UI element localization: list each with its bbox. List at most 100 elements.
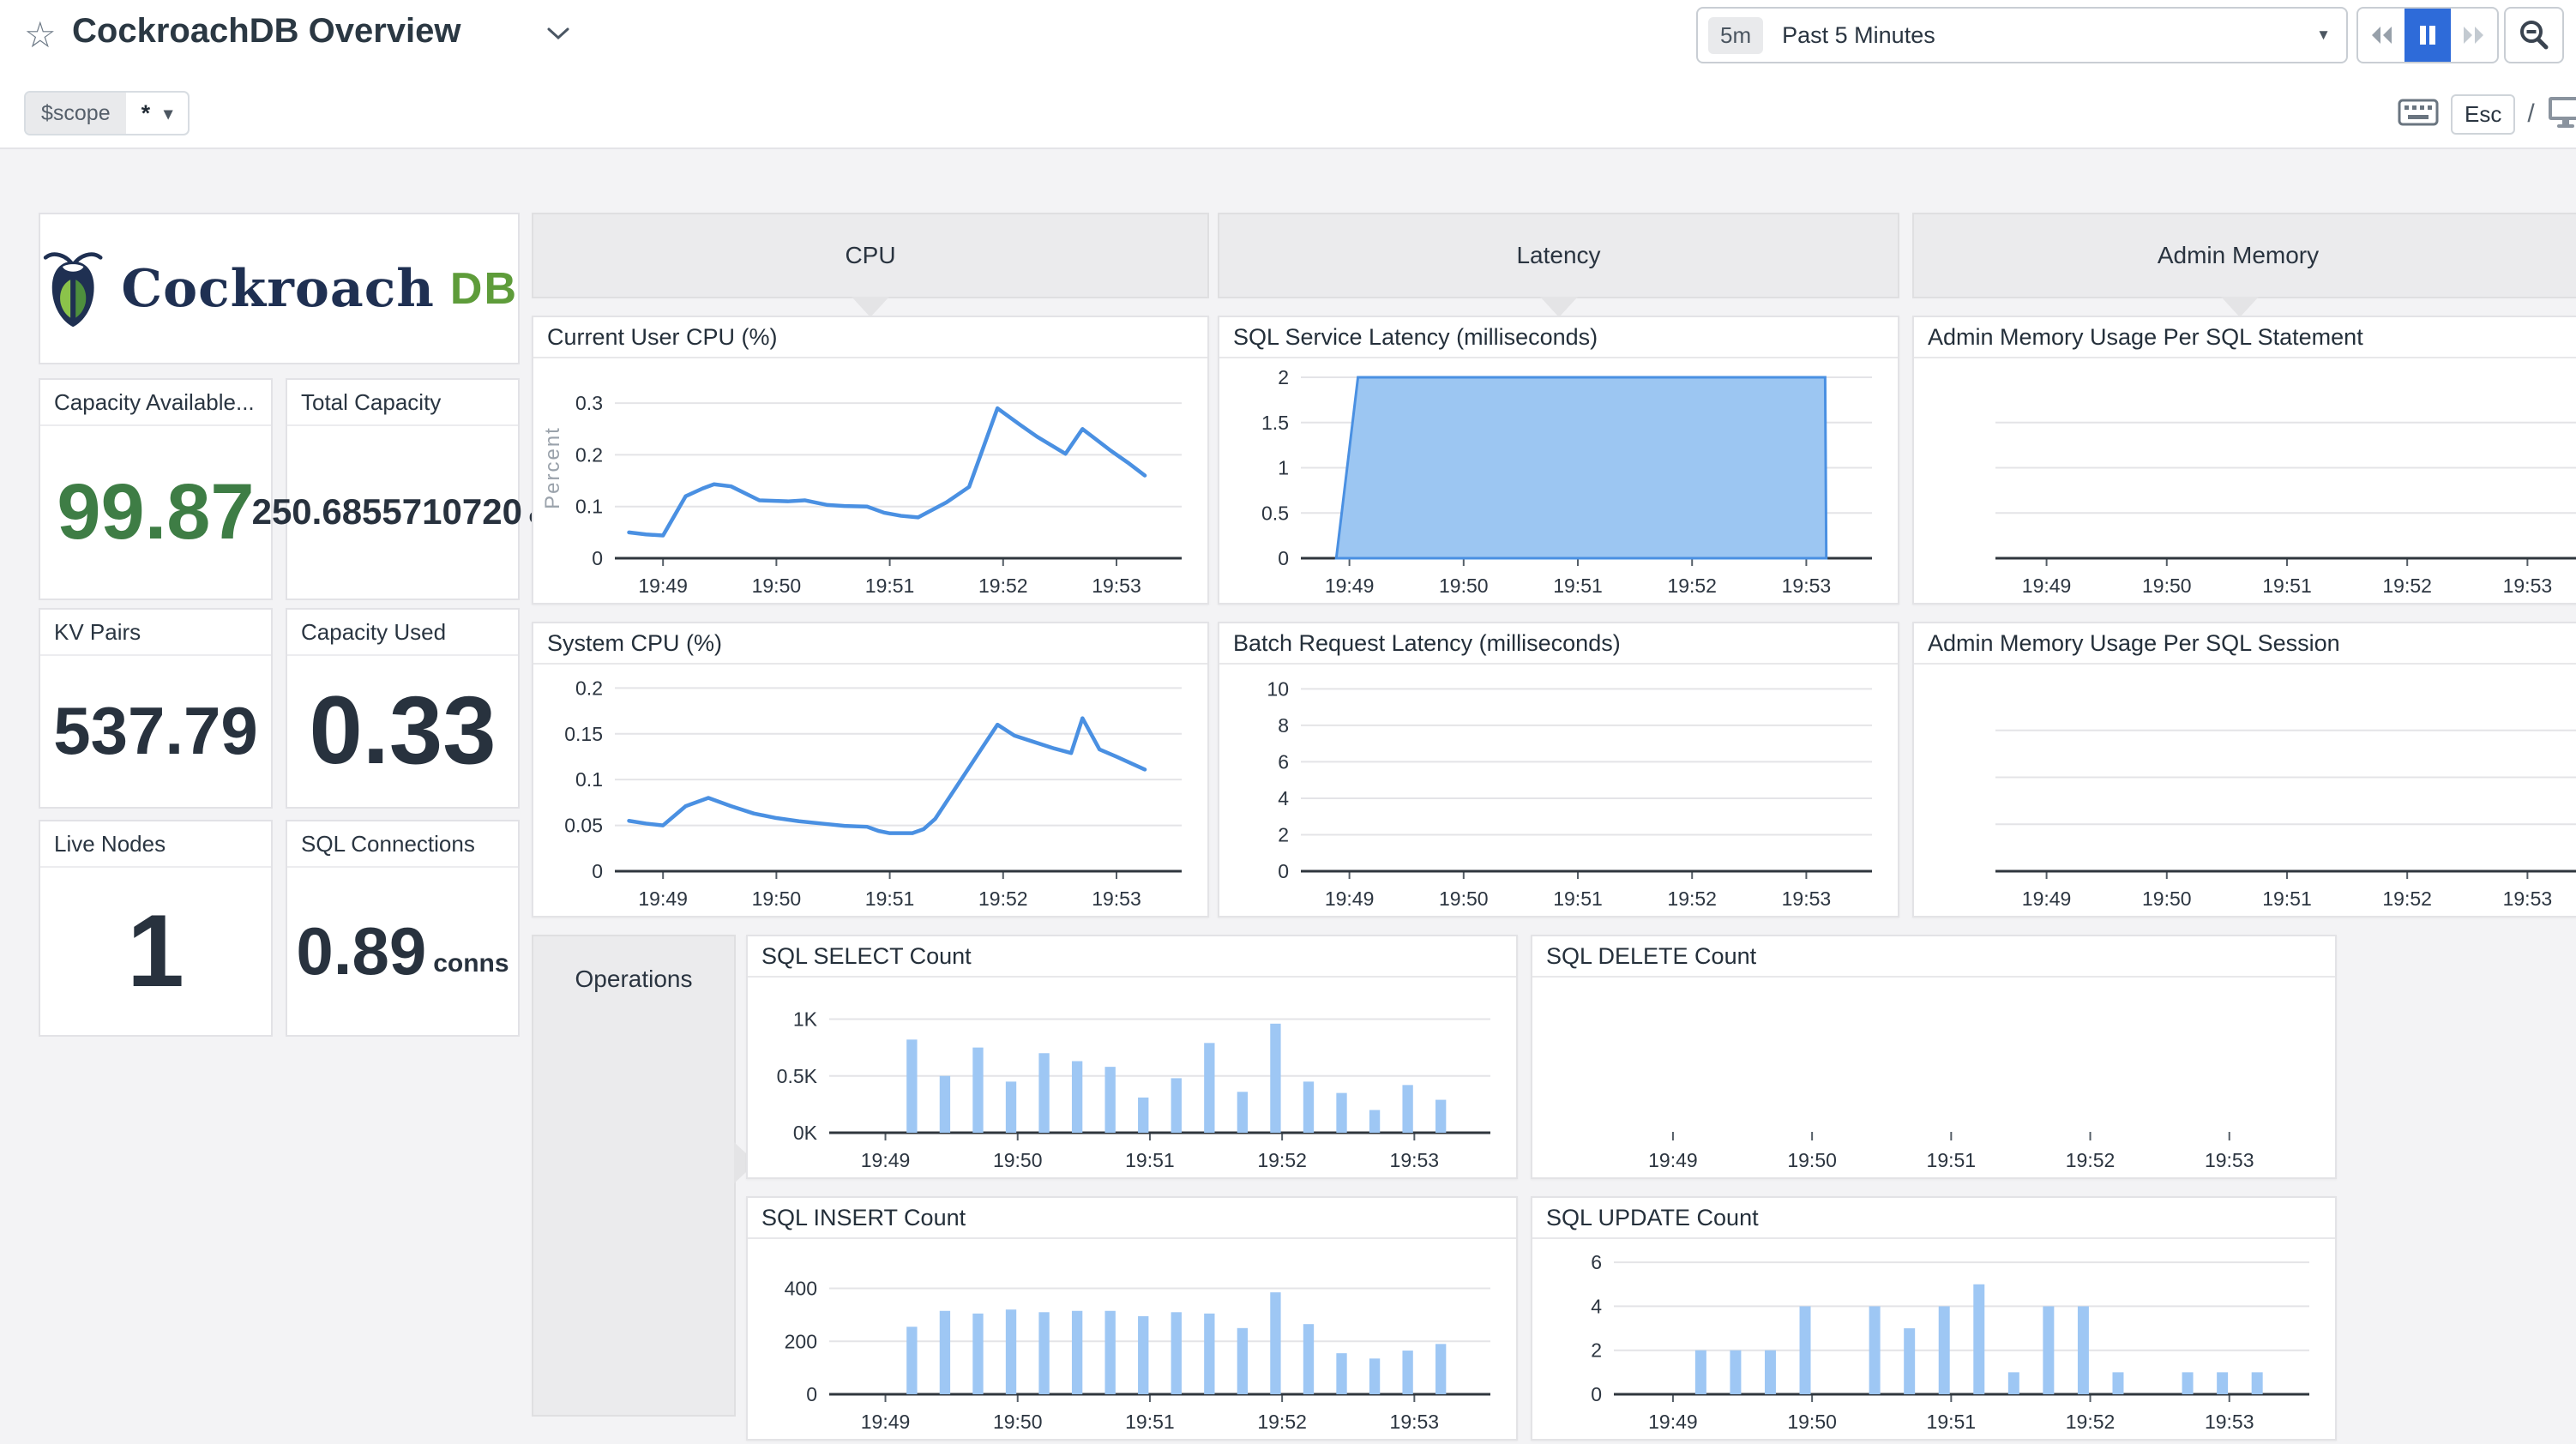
- svg-text:19:51: 19:51: [865, 887, 915, 910]
- svg-text:0.2: 0.2: [575, 443, 603, 466]
- svg-text:19:52: 19:52: [1257, 1149, 1307, 1171]
- slash-separator: /: [2527, 99, 2535, 128]
- group-notch: [852, 297, 889, 317]
- svg-text:Percent: Percent: [541, 426, 564, 509]
- stat-widget-sql-connections[interactable]: SQL Connections 0.89 conns: [286, 820, 520, 1037]
- svg-text:19:49: 19:49: [1325, 575, 1375, 597]
- group-header-cpu[interactable]: CPU: [532, 213, 1209, 317]
- svg-text:19:52: 19:52: [978, 887, 1028, 910]
- system-cpu-chart[interactable]: 0 0.05 0.1 0.15 0.2 19:49 19:50 19:51 19:52 19:53: [533, 665, 1207, 916]
- stat-title: Capacity Used: [287, 610, 518, 656]
- sql-select-count-chart[interactable]: 0K 0.5K 1K 19:49 19:50 19:51 19:52 19:53: [748, 978, 1516, 1177]
- stat-widget-total-capacity[interactable]: Total Capacity 250.6855710720 GB: [252, 378, 553, 600]
- panel-sql-select-count: SQL SELECT Count 0K 0.5K 1K 19:49 19:50 19:51…: [746, 935, 1518, 1179]
- pause-button[interactable]: [2404, 9, 2451, 62]
- svg-text:0.1: 0.1: [575, 496, 603, 518]
- panel-title: Current User CPU (%): [533, 317, 1207, 358]
- svg-text:19:53: 19:53: [1782, 575, 1832, 597]
- panel-admin-mem-session: Admin Memory Usage Per SQL Session 19:49…: [1912, 622, 2576, 918]
- top-header: ☆ CockroachDB Overview 5m Past 5 Minutes…: [0, 0, 2576, 149]
- svg-text:19:49: 19:49: [861, 1411, 911, 1433]
- group-label: Latency: [1516, 242, 1601, 268]
- svg-text:19:49: 19:49: [638, 575, 688, 597]
- logo-brand-suffix: DB: [449, 263, 518, 314]
- svg-text:19:50: 19:50: [1787, 1411, 1837, 1433]
- current-user-cpu-chart[interactable]: 0 0.1 0.2 0.3 19:49 19:50 19:51 19:52 19:53 Perce…: [533, 358, 1207, 603]
- stat-value: 0.33: [309, 677, 497, 784]
- stat-widget-live-nodes[interactable]: Live Nodes 1: [39, 820, 273, 1037]
- group-header-admin-memory[interactable]: Admin Memory: [1912, 213, 2576, 317]
- chart-canvas: 0K 0.5K 1K 19:49 19:50 19:51 19:52 19:53: [777, 1008, 1490, 1171]
- sql-service-latency-chart[interactable]: 0 0.5 1 1.5 2 19:49 19:50 19:51 19:52 19:53: [1219, 358, 1898, 603]
- sql-delete-count-chart[interactable]: 19:49 19:50 19:51 19:52 19:53: [1532, 978, 2335, 1177]
- svg-text:6: 6: [1278, 750, 1289, 773]
- monitor-icon[interactable]: [2547, 95, 2576, 134]
- stat-title: Total Capacity: [287, 380, 518, 426]
- panel-title: SQL DELETE Count: [1532, 936, 2335, 978]
- svg-text:19:51: 19:51: [865, 575, 915, 597]
- sql-insert-count-chart[interactable]: 0 200 400 19:49 19:50 19:51 19:52 19:53: [748, 1239, 1516, 1439]
- admin-mem-statement-chart[interactable]: 19:49 19:50 19:51 19:52 19:53: [1914, 358, 2576, 603]
- time-range-label: Past 5 Minutes: [1782, 21, 1935, 48]
- panel-sql-insert-count: SQL INSERT Count 0 200 400 19:49 19:50 19:51 1…: [746, 1196, 1518, 1441]
- sql-update-count-chart[interactable]: 0 2 4 6 19:49 19:50 19:51 19:52 19:53: [1532, 1239, 2335, 1439]
- admin-mem-session-chart[interactable]: 19:49 19:50 19:51 19:52 19:53: [1914, 665, 2576, 916]
- caret-down-icon: ▼: [2316, 27, 2331, 43]
- svg-text:19:52: 19:52: [1667, 887, 1717, 910]
- svg-text:8: 8: [1278, 714, 1289, 737]
- svg-text:19:51: 19:51: [1553, 575, 1603, 597]
- svg-text:19:53: 19:53: [1390, 1411, 1440, 1433]
- svg-text:0: 0: [592, 860, 603, 882]
- panel-title: SQL INSERT Count: [748, 1198, 1516, 1239]
- star-icon[interactable]: ☆: [24, 14, 57, 56]
- cockroachdb-logo-widget: Cockroach DB: [39, 213, 520, 364]
- stat-widget-capacity-available[interactable]: Capacity Available... 99.87: [39, 378, 273, 600]
- svg-text:19:51: 19:51: [1927, 1149, 1977, 1171]
- esc-button[interactable]: Esc: [2451, 93, 2516, 135]
- svg-text:0: 0: [592, 547, 603, 569]
- scope-dropdown[interactable]: $scope * ▾: [24, 91, 190, 135]
- svg-text:19:52: 19:52: [2066, 1411, 2116, 1433]
- svg-text:4: 4: [1278, 787, 1289, 809]
- group-header-operations[interactable]: Operations: [532, 935, 756, 1417]
- time-range-badge: 5m: [1708, 16, 1764, 54]
- group-header-latency[interactable]: Latency: [1218, 213, 1899, 317]
- chart-canvas: 19:49 19:50 19:51 19:52 19:53: [1995, 729, 2576, 910]
- chevron-down-icon[interactable]: [545, 26, 571, 45]
- keyboard-icon[interactable]: [2398, 98, 2439, 131]
- panel-batch-request-latency: Batch Request Latency (milliseconds) 0 2 4…: [1218, 622, 1899, 918]
- chart-canvas: 0 200 400 19:49 19:50 19:51 19:52 19:53: [785, 1278, 1490, 1433]
- chart-canvas: 19:49 19:50 19:51 19:52 19:53: [1648, 1132, 2254, 1171]
- svg-text:19:50: 19:50: [1439, 887, 1489, 910]
- stat-widget-kv-pairs[interactable]: KV Pairs 537.79: [39, 608, 273, 809]
- stat-widget-capacity-used[interactable]: Capacity Used 0.33: [286, 608, 520, 809]
- svg-text:19:49: 19:49: [1648, 1411, 1698, 1433]
- panel-title: SQL Service Latency (milliseconds): [1219, 317, 1898, 358]
- panel-sql-update-count: SQL UPDATE Count 0 2 4 6 19:49 19:50 19:51 19:5…: [1531, 1196, 2337, 1441]
- svg-text:19:52: 19:52: [1667, 575, 1717, 597]
- scope-value: *: [141, 99, 151, 126]
- group-label: Operations: [575, 966, 693, 992]
- svg-text:4: 4: [1591, 1295, 1602, 1317]
- svg-text:19:50: 19:50: [752, 887, 802, 910]
- zoom-out-button[interactable]: [2504, 7, 2564, 63]
- stat-value: 0.89: [296, 912, 427, 989]
- svg-text:19:50: 19:50: [1787, 1149, 1837, 1171]
- rewind-icon: [2372, 27, 2392, 44]
- time-range-selector[interactable]: 5m Past 5 Minutes ▼: [1696, 7, 2348, 63]
- panel-title: Batch Request Latency (milliseconds): [1219, 623, 1898, 665]
- scope-label: $scope: [26, 93, 126, 134]
- caret-down-icon: ▾: [164, 104, 173, 123]
- panel-sql-service-latency: SQL Service Latency (milliseconds) 0 0.5 1…: [1218, 316, 1899, 605]
- chart-canvas: 0 2 4 6 8 10 19:49 19:50 19:51 19:52 19:53: [1267, 677, 1872, 910]
- svg-text:19:49: 19:49: [638, 887, 688, 910]
- svg-text:19:49: 19:49: [2022, 887, 2072, 910]
- svg-text:19:49: 19:49: [2022, 575, 2072, 597]
- fast-forward-button[interactable]: [2451, 9, 2497, 62]
- chart-canvas: 19:49 19:50 19:51 19:52 19:53: [1995, 421, 2576, 597]
- svg-text:0K: 0K: [793, 1122, 818, 1144]
- svg-text:19:51: 19:51: [1927, 1411, 1977, 1433]
- batch-request-latency-chart[interactable]: 0 2 4 6 8 10 19:49 19:50 19:51 19:52 19:53: [1219, 665, 1898, 916]
- rewind-button[interactable]: [2358, 9, 2404, 62]
- logo-brand-text: Cockroach: [121, 258, 435, 319]
